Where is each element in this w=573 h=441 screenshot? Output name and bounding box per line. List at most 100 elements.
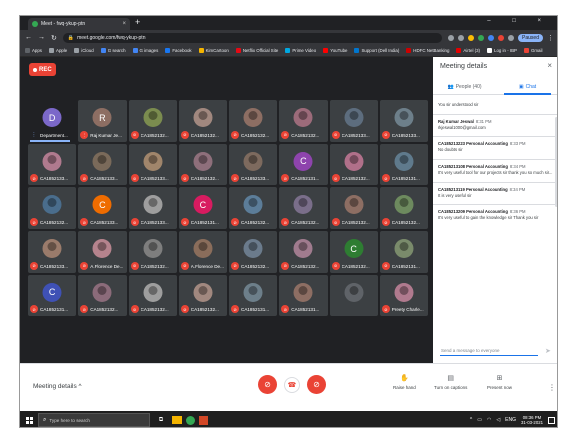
participant-tile[interactable]: ⊘ CA1852133... (379, 100, 428, 142)
participant-tile[interactable]: ⊘ CA1852132... (128, 231, 177, 273)
participant-tile[interactable]: ⊘ CA1852132... (178, 100, 227, 142)
participant-tile[interactable]: ⊘ CA1852132... (128, 100, 177, 142)
participant-tile[interactable]: C ⊘ CA1852131... (28, 274, 77, 317)
participant-tile[interactable] (329, 274, 378, 317)
bookmark-item[interactable]: HDFC NetBanking (406, 48, 449, 53)
participant-tile[interactable]: C ⊘ CA1852131... (279, 143, 328, 186)
language-indicator[interactable]: ENG (505, 417, 516, 423)
participant-tile[interactable]: ⊘ CA1852132... (379, 187, 428, 229)
extension-icon[interactable] (498, 34, 505, 41)
participant-tile[interactable]: ⊘ A.Florence De... (78, 231, 127, 273)
new-tab-button[interactable]: + (135, 17, 140, 27)
participant-tile[interactable]: ⊘ CA1852132... (178, 274, 227, 317)
bookmark-item[interactable]: Airtel (3) (456, 48, 480, 53)
participant-tile[interactable]: ⊘ CA1852133... (329, 100, 378, 142)
meeting-details-button[interactable]: Meeting details ^ (33, 383, 82, 390)
participant-tile[interactable]: R ⋮ Raj Kumar Je... (78, 100, 127, 142)
participant-tile[interactable]: ⊘ CA1852132... (229, 231, 278, 273)
volume-icon[interactable]: ◁ (496, 417, 500, 423)
more-options-icon[interactable]: ⋮ (548, 383, 556, 392)
participant-tile[interactable]: C ⊘ CA1852132... (329, 231, 378, 273)
chat-message-input[interactable]: Send a message to everyone (440, 346, 538, 356)
reload-icon[interactable]: ↻ (51, 34, 57, 42)
bookmark-item[interactable]: Facebook (165, 48, 192, 53)
back-icon[interactable]: ← (25, 34, 32, 41)
participant-tile[interactable]: ⊘ CA1852133... (229, 143, 278, 186)
extension-icon[interactable] (478, 34, 485, 41)
bookmark-item[interactable]: Log in - IBP (487, 48, 517, 53)
participant-tile[interactable]: ⊘ A.Florence De... (178, 231, 227, 273)
bookmark-item[interactable]: KimCartoon (198, 48, 229, 53)
task-view-icon[interactable]: ⧉ (154, 413, 168, 427)
star-icon[interactable] (468, 34, 475, 41)
participant-tile[interactable]: ⊘ CA1852133... (78, 143, 127, 186)
notifications-icon[interactable] (548, 416, 555, 424)
bookmark-item[interactable]: Prime Video (285, 48, 316, 53)
raise-hand-button[interactable]: ✋ Raise hand (393, 374, 416, 390)
send-message-button[interactable]: ➤ (545, 347, 551, 355)
wifi-icon[interactable]: ◠ (487, 417, 491, 423)
chat-scrollbar[interactable] (555, 117, 557, 207)
bookmark-item[interactable]: G search (100, 48, 126, 53)
clock[interactable]: 08:36 PM 31-03-2021 (521, 415, 543, 425)
close-tab-icon[interactable]: × (122, 21, 126, 27)
bookmark-item[interactable]: Apps (25, 48, 42, 53)
participant-tile[interactable]: ⊘ CA1852132... (329, 143, 378, 186)
bookmark-item[interactable]: G images (132, 48, 158, 53)
file-explorer-icon[interactable] (172, 416, 182, 424)
menu-icon[interactable]: ⋮ (547, 34, 554, 42)
participant-tile[interactable]: ⊘ CA1852131... (379, 231, 428, 273)
captions-button[interactable]: ▤ Turn on captions (434, 374, 467, 390)
participant-tile[interactable]: ⊘ CA1852131... (279, 274, 328, 317)
tab-people[interactable]: 👥 People (40) (433, 79, 496, 94)
chevron-up-icon[interactable]: ^ (470, 417, 472, 423)
participant-tile[interactable]: ⊘ CA1852132... (229, 100, 278, 142)
participant-tile[interactable]: ⊘ CA1852132... (28, 187, 77, 229)
url-field[interactable]: 🔒 meet.google.com/fwq-ykup-ptn (62, 32, 443, 43)
battery-icon[interactable]: ▭ (477, 417, 482, 423)
participant-name: CA1852132... (140, 263, 169, 269)
camera-toggle-button[interactable]: ⊘ (307, 375, 326, 394)
camera-icon[interactable] (448, 34, 455, 41)
participant-tile[interactable]: C ⊘ CA1852131... (178, 187, 227, 229)
participant-tile[interactable]: C ⊘ CA1852133... (78, 187, 127, 229)
participant-tile[interactable]: ⊘ CA1852132... (128, 274, 177, 317)
office-icon[interactable] (199, 415, 208, 425)
start-button[interactable] (20, 411, 38, 427)
present-now-button[interactable]: ⊞ Present now (487, 374, 512, 390)
puzzle-icon[interactable] (508, 34, 515, 41)
key-icon[interactable] (458, 34, 465, 41)
participant-tile[interactable]: ⊘ CA1852132... (279, 231, 328, 273)
forward-icon[interactable]: → (38, 34, 45, 41)
participant-tile[interactable]: ⊘ CA1852132... (78, 274, 127, 317)
extension-icon[interactable] (488, 34, 495, 41)
browser-tab[interactable]: Meet - fwq-ykup-ptn × (28, 18, 130, 30)
participant-tile[interactable]: ⊘ CA1852131... (379, 143, 428, 186)
participant-tile[interactable]: ⊘ CA1852133... (28, 231, 77, 273)
profile-paused-button[interactable]: Paused (518, 33, 543, 42)
bookmark-item[interactable]: Gmail (523, 48, 542, 53)
bookmark-item[interactable]: Apple (49, 48, 67, 53)
participant-tile[interactable]: ⊘ CA1852132... (178, 143, 227, 186)
participant-tile[interactable]: ⊘ Preety Charle... (379, 274, 428, 317)
chrome-icon[interactable] (186, 415, 195, 425)
bookmark-item[interactable]: YouTube (323, 48, 347, 53)
taskbar-search-input[interactable]: ⌕ Type here to search (38, 413, 150, 427)
participant-tile[interactable]: ⊘ CA1852132... (279, 187, 328, 229)
participant-tile[interactable]: ⊘ CA1852133... (128, 143, 177, 186)
participant-tile[interactable]: ⊘ CA1852132... (279, 100, 328, 142)
participant-tile[interactable]: D ⋮ Department... (28, 100, 77, 142)
window-controls[interactable]: – □ × (487, 18, 551, 24)
participant-tile[interactable]: ⊘ CA1852132... (329, 187, 378, 229)
bookmark-item[interactable]: Support (Dell India) (354, 48, 399, 53)
bookmark-item[interactable]: Netflix Official Site (235, 48, 278, 53)
bookmark-item[interactable]: iCloud (74, 48, 94, 53)
tab-chat[interactable]: ▣ Chat (496, 79, 557, 95)
participant-tile[interactable]: ⊘ CA1852133... (128, 187, 177, 229)
participant-tile[interactable]: ⊘ CA1852133... (28, 143, 77, 186)
participant-tile[interactable]: ⊘ CA1852132... (229, 187, 278, 229)
leave-call-button[interactable]: ☎ (284, 377, 300, 393)
participant-tile[interactable]: ⊘ CA1852131... (229, 274, 278, 317)
close-panel-icon[interactable]: × (547, 61, 552, 70)
microphone-toggle-button[interactable]: ⊘ (258, 375, 277, 394)
